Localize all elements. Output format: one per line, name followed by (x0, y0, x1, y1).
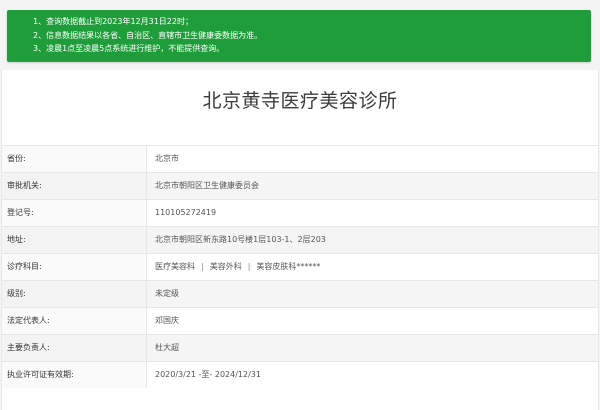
field-label-legal-rep: 法定代表人: (2, 308, 147, 334)
department-item: 医疗美容科 (155, 262, 195, 271)
detail-card: 北京黄寺医疗美容诊所 省份: 北京市 审批机关: 北京市朝阳区卫生健康委员会 登… (1, 70, 599, 410)
field-value-reg-no: 110105272419 (155, 208, 217, 217)
field-label-level: 级别: (2, 281, 147, 307)
field-label-departments: 诊疗科目: (2, 254, 147, 280)
notice-line-3: 3、凌晨1点至凌晨5点系统进行维护，不能提供查询。 (33, 44, 225, 53)
field-value-legal-rep: 邓国庆 (155, 316, 179, 325)
row-legal-rep: 法定代表人: 邓国庆 (2, 307, 598, 334)
field-value-departments: 医疗美容科 | 美容外科 | 美容皮肤科****** (155, 254, 320, 280)
department-item: 美容皮肤科****** (256, 262, 321, 271)
notice-line-1: 1、查询数据截止到2023年12月31日22时； (33, 17, 193, 26)
row-province: 省份: 北京市 (2, 145, 598, 172)
page: 1、查询数据截止到2023年12月31日22时； 2、信息数据结果以各省、自治区… (0, 0, 600, 410)
field-value-province: 北京市 (155, 154, 179, 163)
field-value-principal: 杜大超 (155, 343, 179, 352)
field-value-address: 北京市朝阳区新东路10号楼1层103-1、2层203 (155, 235, 326, 244)
field-label-principal: 主要负责人: (2, 335, 147, 361)
row-authority: 审批机关: 北京市朝阳区卫生健康委员会 (2, 172, 598, 199)
separator: | (201, 262, 204, 271)
notice-line-2: 2、信息数据结果以各省、自治区、直辖市卫生健康委数据为准。 (33, 31, 263, 40)
row-departments: 诊疗科目: 医疗美容科 | 美容外科 | 美容皮肤科****** (2, 253, 598, 280)
separator: | (247, 262, 251, 271)
department-item: 美容外科 (209, 262, 242, 271)
row-address: 地址: 北京市朝阳区新东路10号楼1层103-1、2层203 (2, 226, 598, 253)
field-value-authority: 北京市朝阳区卫生健康委员会 (155, 181, 259, 190)
field-label-address: 地址: (2, 227, 147, 253)
notice-banner: 1、查询数据截止到2023年12月31日22时； 2、信息数据结果以各省、自治区… (7, 10, 591, 62)
row-principal: 主要负责人: 杜大超 (2, 334, 598, 361)
row-level: 级别: 未定级 (2, 280, 598, 307)
field-label-license-period: 执业许可证有效期: (2, 362, 147, 388)
field-value-level: 未定级 (155, 289, 179, 298)
field-label-reg-no: 登记号: (2, 200, 147, 226)
row-reg-no: 登记号: 110105272419 (2, 199, 598, 226)
detail-table: 省份: 北京市 审批机关: 北京市朝阳区卫生健康委员会 登记号: 1101052… (2, 145, 598, 388)
field-value-license-period: 2020/3/21 -至- 2024/12/31 (155, 370, 261, 379)
page-title: 北京黄寺医疗美容诊所 (202, 90, 398, 112)
field-label-province: 省份: (2, 146, 147, 172)
field-label-authority: 审批机关: (2, 173, 147, 199)
row-license-period: 执业许可证有效期: 2020/3/21 -至- 2024/12/31 (2, 361, 598, 388)
